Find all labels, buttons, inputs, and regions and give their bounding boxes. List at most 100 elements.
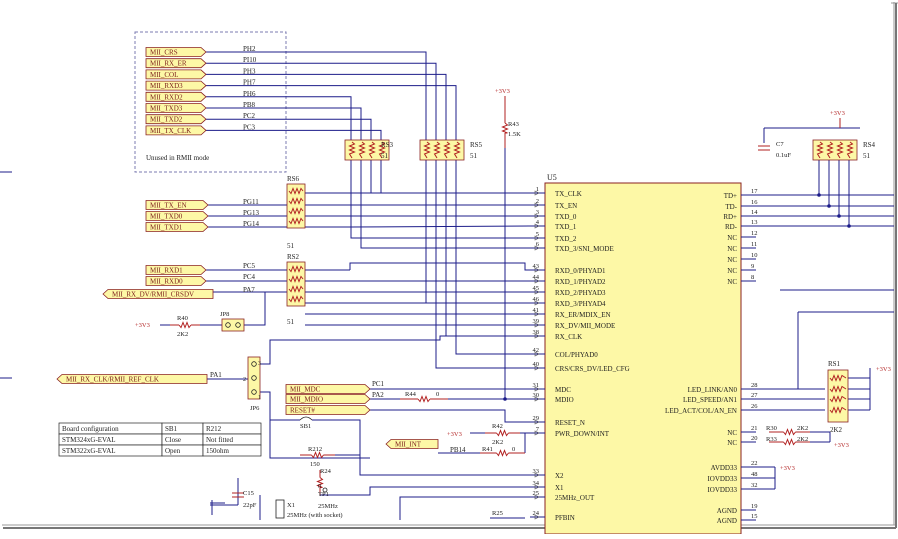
r41-ref: R41: [482, 446, 493, 453]
port-mii-mdio-label: MII_MDIO: [290, 396, 323, 404]
vcc-label: +3V3: [495, 88, 510, 95]
board-config-table: Board configuration SB1 R212 STM324xG-EVAL C…: [58, 422, 262, 457]
chip-pin-name: MDC: [555, 386, 571, 394]
r42-value: 2K2: [492, 439, 503, 446]
chip-pin-num: 10: [751, 252, 758, 259]
chip-pin-name: NC: [727, 278, 737, 286]
phy-chip-u5: U51TX_CLK2TX_EN3TXD_04TXD_15TXD_26TXD_3/…: [530, 173, 758, 535]
chip-pin-name: RX_DV/MII_MODE: [555, 322, 615, 330]
chip-pin-num: 44: [533, 274, 540, 281]
chip-pin-name: NC: [727, 267, 737, 275]
chip-pin-name: TXD_2: [555, 235, 577, 243]
chip-pin-num: 38: [533, 329, 540, 336]
chip-pin-name: RXD_0/PHYAD1: [555, 267, 606, 275]
r33-ref: R33: [766, 436, 777, 443]
chip-pin-name: TXD_1: [555, 223, 577, 231]
table-cell-text: STM324xG-EVAL: [62, 436, 116, 444]
table-cell-text: Close: [165, 436, 181, 444]
table-cell-text: SB1: [165, 425, 178, 433]
rs6-value: 51: [287, 242, 295, 250]
table-cell-text: Not fitted: [206, 436, 234, 444]
chip-pin-num: 15: [751, 513, 758, 520]
c7-ref: C7: [776, 141, 784, 148]
r44-ref: R44: [405, 391, 417, 398]
port-mii_rx_dv/rmii_crsdv-label: MII_RX_DV/RMII_CRSDV: [112, 291, 194, 299]
chip-pin-name: RXD_1/PHYAD2: [555, 278, 606, 286]
pin-label-pb8: PB8: [243, 101, 256, 109]
chip-pin-name: NC: [727, 439, 737, 447]
chip-pin-name: AGND: [717, 507, 737, 515]
port-mii-int-label: MII_INT: [395, 441, 422, 449]
r44-value: 0: [436, 391, 439, 398]
chip-pin-name: PWR_DOWN/INT: [555, 430, 610, 438]
chip-pin-name: IOVDD33: [707, 475, 737, 483]
chip-pin-name: TD-: [725, 203, 737, 211]
chip-pin-name: NC: [727, 245, 737, 253]
vcc-label: +3V3: [780, 465, 795, 472]
chip-pin-name: RXD_2/PHYAD3: [555, 289, 606, 297]
rs6-ref: RS6: [287, 175, 300, 183]
junction-dot: [817, 193, 821, 197]
chip-pin-num: 17: [751, 188, 758, 195]
sb1-ref: SB1: [300, 423, 311, 430]
chip-pin-name: TX_CLK: [555, 190, 582, 198]
pin-label-pi10: PI10: [243, 56, 257, 64]
chip-pin-num: 24: [533, 510, 540, 517]
rs1-value: 2K2: [830, 426, 843, 434]
chip-pin-num: 22: [751, 460, 758, 467]
vcc-label: +3V3: [830, 110, 845, 117]
port-mii_txd0-label: MII_TXD0: [150, 213, 183, 221]
junction-dot: [847, 224, 851, 228]
r41-value: 0: [512, 446, 515, 453]
chip-ref: U5: [547, 173, 557, 182]
table-cell-text: STM322xG-EVAL: [62, 447, 116, 455]
unused-note: Unused in RMII mode: [146, 154, 209, 162]
chip-pin-num: 27: [751, 392, 758, 399]
pin-label-ph7: PH7: [243, 79, 256, 87]
port-mii_txd1-label: MII_TXD1: [150, 224, 183, 232]
port-mii-rx-clk-label: MII_RX_CLK/RMII_REF_CLK: [66, 376, 159, 384]
r40-ref: R40: [177, 315, 188, 322]
c15-ref: C15: [243, 490, 254, 497]
port-mii_rxd2-label: MII_RXD2: [150, 93, 183, 101]
chip-pin-num: 29: [533, 415, 540, 422]
pin-label-pc4: PC4: [243, 273, 256, 281]
chip-pin-name: PFBIN: [555, 514, 575, 522]
vcc-label: +3V3: [447, 431, 462, 438]
chip-pin-num: 34: [533, 480, 540, 487]
chip-pin-name: RD+: [723, 213, 737, 221]
table-cell-text: Open: [165, 447, 181, 455]
chip-pin-name: COL/PHYAD0: [555, 351, 598, 359]
chip-pin-name: RX_ER/MDIX_EN: [555, 311, 611, 319]
r42-ref: R42: [492, 423, 503, 430]
table-cell-text: 150ohm: [206, 447, 230, 455]
chip-pin-num: 45: [533, 285, 540, 292]
pin-label-pg13: PG13: [243, 209, 259, 217]
vcc-label: +3V3: [834, 442, 849, 449]
chip-pin-num: 9: [751, 263, 754, 270]
pin-label-pc3: PC3: [243, 123, 256, 131]
chip-pin-num: 32: [751, 482, 758, 489]
chip-pin-name: TXD_3/SNI_MODE: [555, 245, 614, 253]
port-mii-mdc-label: MII_MDC: [290, 386, 321, 394]
r43-value: 1.5K: [508, 131, 521, 138]
chip-pin-name: RESET_N: [555, 419, 585, 427]
port-mii_tx_en-label: MII_TX_EN: [150, 202, 187, 210]
chip-pin-num: 11: [751, 241, 757, 248]
port-mii_tx_clk-label: MII_TX_CLK: [150, 127, 191, 135]
jp6-ref: JP6: [250, 405, 260, 412]
chip-pin-name: MDIO: [555, 396, 574, 404]
r24-ref: R24: [320, 468, 332, 475]
chip-pin-name: 25MHz_OUT: [555, 494, 595, 502]
jp6-pin-num: 3: [258, 361, 261, 367]
tp1-freq: 25MHz: [318, 503, 338, 510]
c7-value: 0.1uF: [776, 152, 791, 159]
schematic-sheet: U5 1 TX_CLK 2 TX_EN 3 TXD_0 4 TXD_1 5 TXD_2 6 TXD_3/…: [0, 0, 898, 535]
chip-pin-num: 14: [751, 209, 758, 216]
port-mii_col-label: MII_COL: [150, 71, 178, 79]
chip-pin-name: RXD_3/PHYAD4: [555, 300, 606, 308]
chip-pin-num: 8: [751, 274, 754, 281]
table-cell-text: R212: [206, 425, 222, 433]
pin-label-pa7: PA7: [243, 286, 255, 294]
chip-pin-num: 13: [751, 219, 758, 226]
